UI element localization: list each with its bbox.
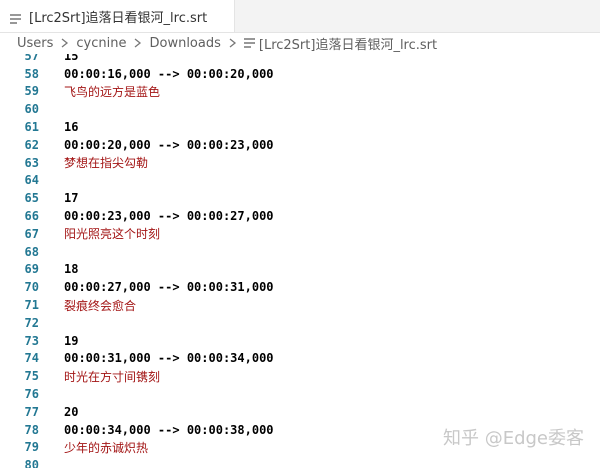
line-number: 61 — [24, 120, 39, 135]
editor-tab-active[interactable]: [Lrc2Srt]追落日看银河_lrc.srt — [0, 0, 235, 32]
tab-title: [Lrc2Srt]追落日看银河_lrc.srt — [29, 10, 208, 26]
editor-line[interactable]: 77 20 — [0, 403, 600, 421]
chevron-right-icon — [60, 38, 69, 48]
line-number: 74 — [24, 351, 39, 366]
line-number: 78 — [24, 422, 39, 437]
line-number: 58 — [24, 66, 39, 81]
editor-line[interactable]: 80 — [0, 456, 600, 468]
editor-line[interactable]: 73 19 — [0, 332, 600, 350]
line-number: 57 — [24, 54, 39, 63]
subtitle-text: 少年的赤诚炽热 — [64, 440, 149, 455]
line-number: 75 — [24, 369, 39, 384]
line-number: 69 — [24, 262, 39, 277]
chevron-right-icon — [133, 38, 142, 48]
breadcrumb-item-users[interactable]: Users — [17, 36, 53, 51]
line-number: 66 — [24, 209, 39, 224]
code-text: 17 — [64, 191, 79, 206]
editor-line[interactable]: 67 阳光照亮这个时刻 — [0, 225, 600, 243]
line-number: 68 — [24, 244, 39, 259]
line-number: 80 — [24, 458, 39, 468]
line-number: 63 — [24, 155, 39, 170]
line-number: 67 — [24, 226, 39, 241]
editor-line[interactable]: 65 17 — [0, 189, 600, 207]
chevron-right-icon — [228, 38, 237, 48]
line-number: 62 — [24, 137, 39, 152]
line-number: 65 — [24, 191, 39, 206]
editor-line[interactable]: 64 — [0, 172, 600, 190]
subtitle-text: 梦想在指尖勾勒 — [64, 156, 149, 171]
line-number: 64 — [24, 173, 39, 188]
breadcrumb: Users cycnine Downloads [Lrc2Srt]追落日看银河_… — [0, 32, 600, 54]
code-text: 00:00:27,000 --> 00:00:31,000 — [64, 280, 274, 295]
code-text: 18 — [64, 262, 79, 277]
line-number: 60 — [24, 102, 39, 117]
editor-line[interactable]: 59 飞鸟的远方是蓝色 — [0, 83, 600, 101]
editor-line[interactable]: 69 18 — [0, 261, 600, 279]
editor-line[interactable]: 76 — [0, 385, 600, 403]
subtitle-text: 阳光照亮这个时刻 — [64, 227, 161, 242]
line-number: 73 — [24, 333, 39, 348]
subtitle-text: 裂痕终会愈合 — [64, 298, 137, 313]
editor-line[interactable]: 61 16 — [0, 118, 600, 136]
editor-line[interactable]: 74 00:00:31,000 --> 00:00:34,000 — [0, 350, 600, 368]
tab-bar: [Lrc2Srt]追落日看银河_lrc.srt — [0, 0, 600, 33]
editor-line[interactable]: 60 — [0, 100, 600, 118]
editor-line[interactable]: 70 00:00:27,000 --> 00:00:31,000 — [0, 278, 600, 296]
line-number: 76 — [24, 387, 39, 402]
code-text: 00:00:31,000 --> 00:00:34,000 — [64, 351, 274, 366]
watermark: 知乎 @Edge委客 — [442, 428, 584, 449]
breadcrumb-item-file[interactable]: [Lrc2Srt]追落日看银河_lrc.srt — [259, 34, 437, 53]
editor-line[interactable]: 57 15 — [0, 54, 600, 65]
editor-line[interactable]: 75 时光在方寸间镌刻 — [0, 367, 600, 385]
editor-line[interactable]: 68 — [0, 243, 600, 261]
subtitle-text: 飞鸟的远方是蓝色 — [64, 84, 161, 99]
editor-line[interactable]: 71 裂痕终会愈合 — [0, 296, 600, 314]
code-text: 16 — [64, 120, 79, 135]
editor-line[interactable]: 58 00:00:16,000 --> 00:00:20,000 — [0, 65, 600, 83]
breadcrumb-item-cycnine[interactable]: cycnine — [76, 36, 126, 51]
code-editor[interactable]: 57 15 58 00:00:16,000 --> 00:00:20,000 59 飞鸟的… — [0, 54, 600, 468]
line-number: 72 — [24, 315, 39, 330]
file-lines-icon — [243, 37, 255, 49]
code-text: 15 — [64, 54, 79, 63]
editor-line[interactable]: 63 梦想在指尖勾勒 — [0, 154, 600, 172]
editor-line[interactable]: 66 00:00:23,000 --> 00:00:27,000 — [0, 207, 600, 225]
line-number: 77 — [24, 404, 39, 419]
line-number: 70 — [24, 280, 39, 295]
code-text: 00:00:34,000 --> 00:00:38,000 — [64, 422, 274, 437]
line-number: 79 — [24, 440, 39, 455]
code-text: 00:00:16,000 --> 00:00:20,000 — [64, 66, 274, 81]
subtitle-text: 时光在方寸间镌刻 — [64, 369, 161, 384]
code-text: 20 — [64, 404, 79, 419]
line-number: 59 — [24, 84, 39, 99]
code-text: 19 — [64, 333, 79, 348]
code-text: 00:00:23,000 --> 00:00:27,000 — [64, 209, 274, 224]
line-number: 71 — [24, 298, 39, 313]
file-lines-icon — [10, 10, 21, 24]
code-text: 00:00:20,000 --> 00:00:23,000 — [64, 137, 274, 152]
editor-line[interactable]: 72 — [0, 314, 600, 332]
breadcrumb-item-downloads[interactable]: Downloads — [149, 36, 220, 51]
editor-line[interactable]: 62 00:00:20,000 --> 00:00:23,000 — [0, 136, 600, 154]
